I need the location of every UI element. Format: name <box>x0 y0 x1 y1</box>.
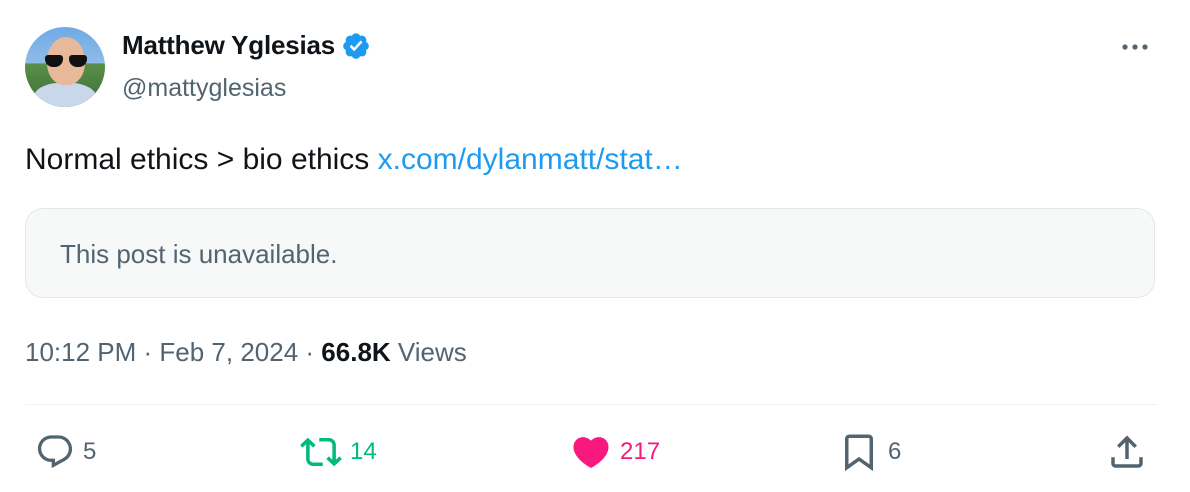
like-count: 217 <box>620 438 661 465</box>
share-button[interactable] <box>1106 430 1148 474</box>
repost-button[interactable]: 14 <box>300 430 377 474</box>
post-body: Normal ethics > bio ethics <box>25 143 378 176</box>
verified-badge-icon <box>341 31 371 61</box>
share-icon <box>1111 435 1143 468</box>
meta-separator: · <box>298 337 322 367</box>
avatar-sunglasses <box>45 55 87 67</box>
bookmark-button[interactable]: 6 <box>838 430 901 474</box>
bookmark-icon <box>845 434 873 472</box>
reply-icon <box>37 435 73 469</box>
more-options-icon[interactable] <box>1117 34 1153 58</box>
author-handle[interactable]: @mattyglesias <box>122 74 286 103</box>
post-link[interactable]: x.com/dylanmatt/stat… <box>378 143 683 176</box>
views-label: Views <box>390 337 467 367</box>
post-text: Normal ethics > bio ethics x.com/dylanma… <box>25 140 683 180</box>
views-count: 66.8K <box>321 337 391 367</box>
post-time[interactable]: 10:12 PM <box>25 337 136 367</box>
reply-count: 5 <box>83 438 97 465</box>
avatar-shirt <box>33 83 97 107</box>
like-button[interactable]: 217 <box>570 430 660 474</box>
avatar[interactable] <box>25 27 105 107</box>
author-name-row: Matthew Yglesias <box>122 30 371 61</box>
actions-divider <box>25 404 1157 405</box>
post-date[interactable]: Feb 7, 2024 <box>159 337 298 367</box>
heart-icon <box>573 437 609 469</box>
post-meta: 10:12 PM · Feb 7, 2024 · 66.8K Views <box>25 337 467 368</box>
author-display-name[interactable]: Matthew Yglesias <box>122 30 335 61</box>
unavailable-message: This post is unavailable. <box>60 239 338 269</box>
quoted-post-card: This post is unavailable. <box>25 208 1155 298</box>
repost-icon <box>300 437 342 467</box>
repost-count: 14 <box>350 438 377 465</box>
tweet: Matthew Yglesias @mattyglesias Normal et… <box>0 0 1190 492</box>
bookmark-count: 6 <box>888 438 902 465</box>
reply-button[interactable]: 5 <box>35 430 96 474</box>
meta-separator: · <box>136 337 160 367</box>
